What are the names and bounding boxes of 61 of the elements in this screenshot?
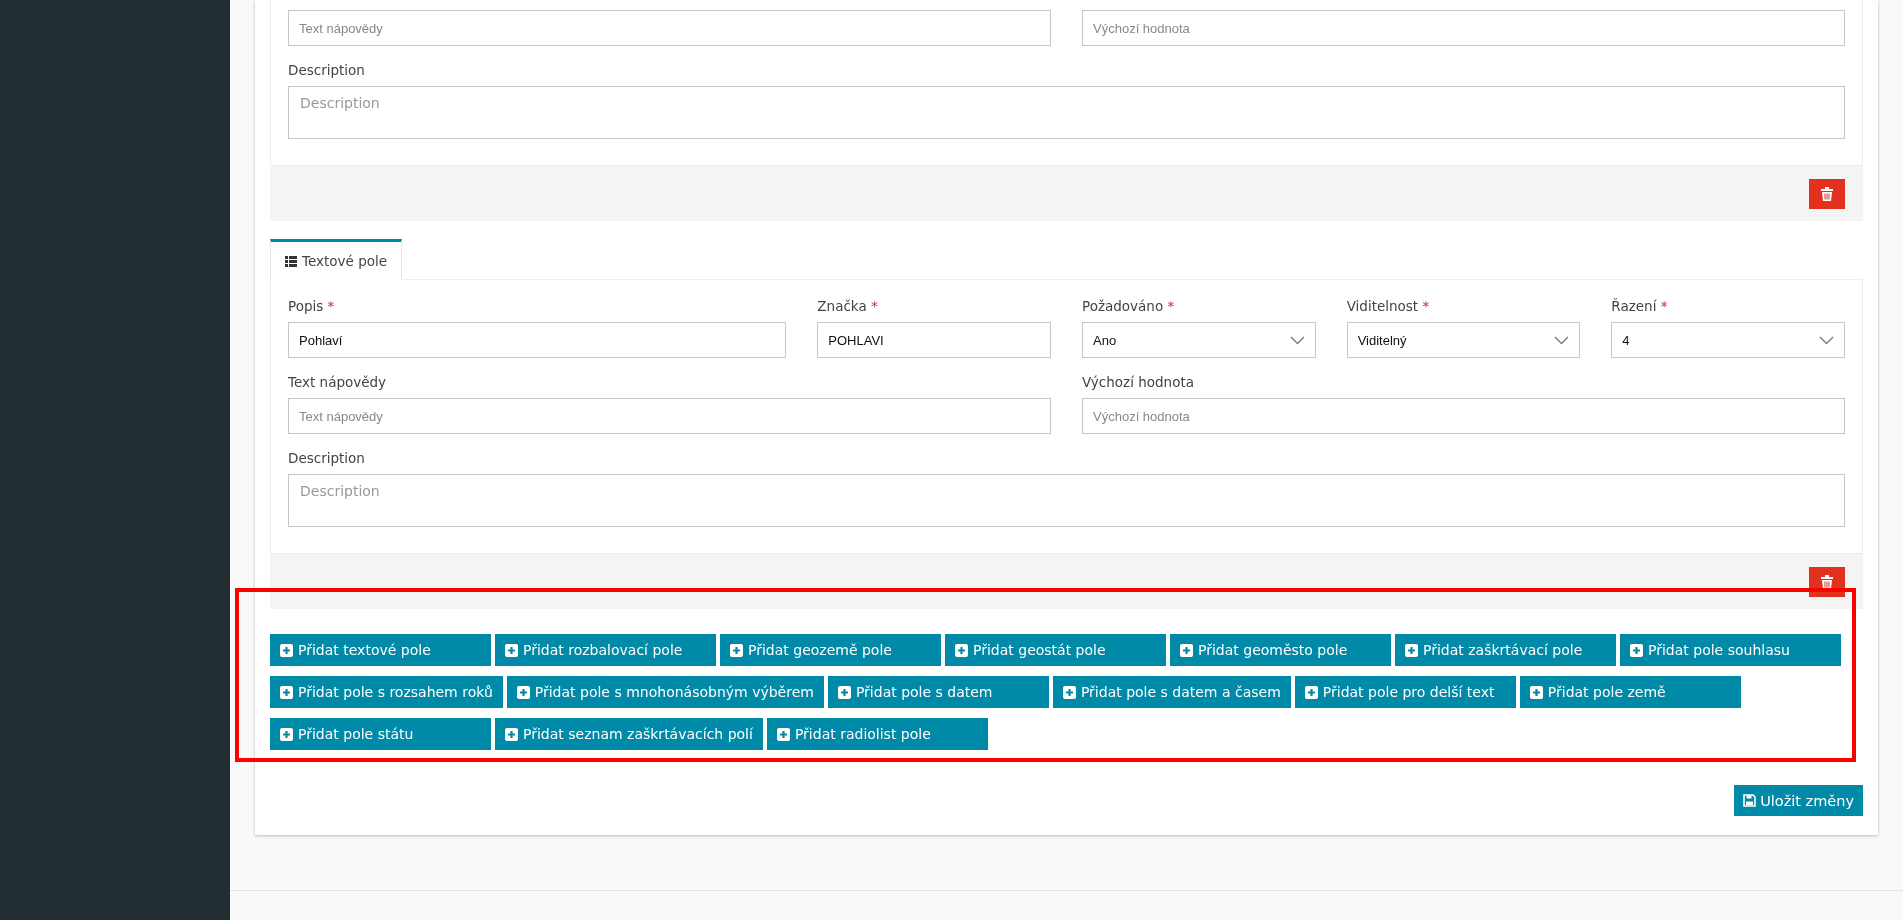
- plus-square-icon: [1304, 685, 1318, 699]
- add-field-button[interactable]: Přidat geozemě pole: [720, 634, 941, 666]
- list-icon: [285, 255, 297, 267]
- field-label: Značka *: [817, 298, 879, 314]
- plus-square-icon: [280, 643, 293, 657]
- add-field-button[interactable]: Přidat geoměsto pole: [1170, 634, 1391, 666]
- plus-square-icon: [1630, 643, 1643, 657]
- plus-square-icon: [1405, 643, 1418, 657]
- dropdown[interactable]: Viditelný: [1346, 322, 1581, 358]
- add-field-button[interactable]: Přidat pole s rozsahem roků: [270, 676, 503, 708]
- input-field[interactable]: Text nápovědy: [288, 10, 1051, 46]
- plus-square-icon: [730, 643, 743, 657]
- plus-square-icon: [955, 643, 968, 657]
- trash-icon: [1821, 574, 1833, 589]
- trash-icon: [1821, 186, 1833, 201]
- plus-square-icon: [1062, 685, 1076, 699]
- chevron-down-icon: [1554, 335, 1570, 345]
- plus-square-icon: [1180, 643, 1193, 657]
- dropdown[interactable]: 4: [1611, 322, 1845, 358]
- field-label: Řazení *: [1611, 298, 1669, 314]
- field-label: Popis *: [288, 298, 336, 314]
- plus-square-icon: [505, 643, 518, 657]
- add-field-button[interactable]: Přidat textové pole: [270, 634, 491, 666]
- field-label: Viditelnost *: [1346, 298, 1431, 314]
- field-label: Description: [288, 450, 366, 466]
- add-field-button[interactable]: Přidat geostát pole: [945, 634, 1166, 666]
- chevron-down-icon: [1819, 335, 1834, 345]
- tab[interactable]: Textové pole: [270, 239, 403, 280]
- input-field[interactable]: Výchozí hodnota: [1082, 398, 1845, 434]
- input-field[interactable]: Výchozí hodnota: [1082, 10, 1845, 46]
- plus-square-icon: [505, 727, 518, 741]
- plus-square-icon: [837, 685, 851, 699]
- chevron-down-icon: [1289, 335, 1305, 345]
- save-button[interactable]: Uložit změny: [1734, 785, 1863, 816]
- plus-square-icon: [516, 685, 530, 699]
- add-field-button[interactable]: Přidat pole pro delší text: [1294, 676, 1516, 708]
- delete-button[interactable]: [1809, 178, 1845, 209]
- add-field-button[interactable]: Přidat pole s mnohonásobným výběrem: [506, 676, 824, 708]
- textarea-field[interactable]: Description: [288, 474, 1845, 527]
- input-field[interactable]: Pohlaví: [288, 322, 787, 358]
- input-field[interactable]: Text nápovědy: [288, 398, 1051, 434]
- dropdown[interactable]: Ano: [1082, 322, 1316, 358]
- add-field-button[interactable]: Přidat rozbalovací pole: [495, 634, 716, 666]
- add-field-button[interactable]: Přidat pole státu: [270, 718, 491, 750]
- field-label: Výchozí hodnota: [1082, 374, 1195, 390]
- add-field-button[interactable]: Přidat pole s datem a časem: [1052, 676, 1291, 708]
- add-field-button[interactable]: Přidat pole země: [1519, 676, 1741, 708]
- field-label: Description: [288, 62, 366, 78]
- add-field-button[interactable]: Přidat radiolist pole: [766, 718, 988, 750]
- plus-square-icon: [776, 727, 790, 741]
- field-label: Požadováno *: [1082, 298, 1176, 314]
- add-field-button[interactable]: Přidat seznam zaškrtávacích polí: [495, 718, 763, 750]
- plus-square-icon: [280, 727, 293, 741]
- field-label: Text nápovědy: [288, 374, 388, 390]
- plus-square-icon: [280, 685, 293, 699]
- add-field-button[interactable]: Přidat pole souhlasu: [1620, 634, 1841, 666]
- textarea-field[interactable]: Description: [288, 86, 1845, 139]
- add-field-button[interactable]: Přidat pole s datem: [827, 676, 1049, 708]
- input-field[interactable]: POHLAVI: [817, 322, 1051, 358]
- plus-square-icon: [1529, 685, 1543, 699]
- add-field-button[interactable]: Přidat zaškrtávací pole: [1395, 634, 1616, 666]
